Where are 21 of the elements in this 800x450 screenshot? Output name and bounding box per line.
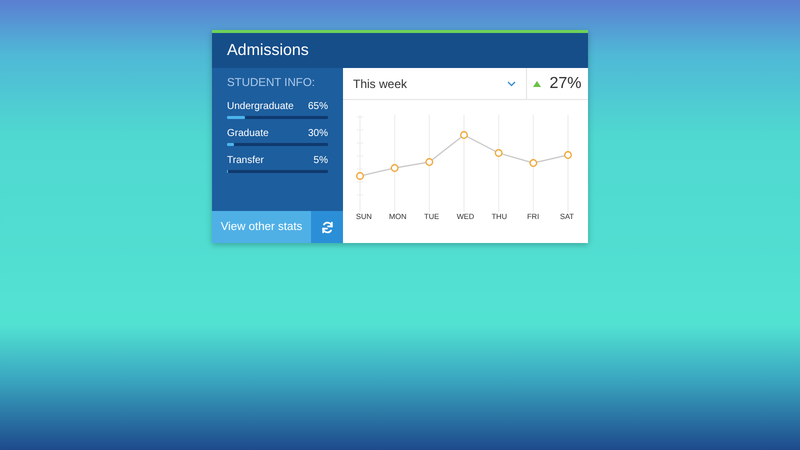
data-point bbox=[529, 159, 538, 167]
student-info-heading: STUDENT INFO: bbox=[227, 77, 316, 89]
data-point bbox=[425, 158, 434, 166]
refresh-icon bbox=[320, 220, 334, 234]
category-percent: 5% bbox=[314, 155, 328, 166]
period-dropdown[interactable]: This week bbox=[343, 68, 527, 99]
data-point bbox=[494, 149, 503, 157]
chevron-down-icon bbox=[507, 80, 516, 86]
up-triangle-icon bbox=[533, 80, 542, 86]
data-point bbox=[390, 164, 399, 172]
data-point bbox=[460, 131, 468, 139]
data-point bbox=[564, 151, 572, 159]
category-label: Undergraduate bbox=[227, 101, 294, 112]
refresh-button[interactable] bbox=[311, 211, 343, 243]
change-percent: 27% bbox=[549, 74, 582, 92]
card-title: Admissions bbox=[212, 33, 588, 68]
category-label: Graduate bbox=[227, 128, 269, 139]
category-label: Transfer bbox=[227, 155, 264, 166]
category-percent: 30% bbox=[308, 128, 328, 139]
category-percent: 65% bbox=[308, 101, 328, 112]
data-point bbox=[356, 172, 364, 180]
